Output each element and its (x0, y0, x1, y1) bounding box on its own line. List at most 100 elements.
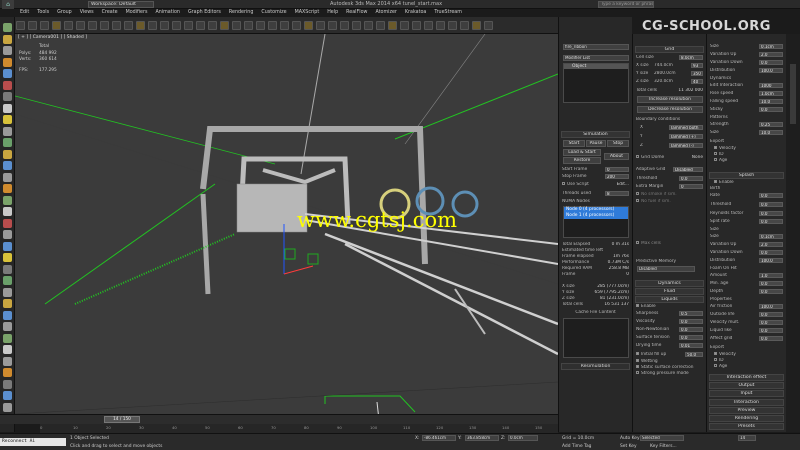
time-slider-bar[interactable]: 14 / 150 (0, 414, 558, 424)
outside-life-field[interactable]: 0.0 (759, 312, 783, 317)
toolbar-tool-icon[interactable] (268, 20, 277, 30)
toolbar-tool-icon[interactable] (364, 20, 373, 30)
left-tool-icon[interactable] (3, 34, 12, 44)
left-tool-icon[interactable] (3, 184, 12, 193)
toolbar-tool-icon[interactable] (328, 20, 337, 30)
toolbar-tool-icon[interactable] (220, 20, 229, 30)
left-tool-icon[interactable] (3, 46, 12, 55)
maxscript-listener[interactable]: Reconnect Ai (0, 438, 66, 446)
time-slider[interactable]: 14 / 150 (104, 416, 140, 423)
toolbar-tool-icon[interactable] (196, 20, 205, 30)
surface-tension-field[interactable]: 0.0 (679, 335, 703, 340)
threshold-field[interactable]: 0.0 (679, 176, 703, 181)
decrease-resolution-button[interactable]: Decrease resolution (637, 106, 703, 113)
toolbar-tool-icon[interactable] (208, 20, 217, 30)
drip-var-down-field[interactable]: 0.0 (759, 60, 783, 65)
drip-distribution-field[interactable]: 100.0 (759, 68, 783, 73)
menu-item[interactable]: Tools (33, 9, 53, 17)
menu-item[interactable]: MAXScript (291, 9, 324, 17)
left-tool-icon[interactable] (3, 379, 12, 389)
predictive-memory-dropdown[interactable]: Disabled (637, 266, 695, 272)
split-rate-field[interactable]: 0.0 (759, 219, 783, 224)
use-script-checkbox[interactable] (562, 182, 565, 185)
left-tool-icon[interactable] (3, 299, 12, 308)
no-fuel-checkbox[interactable] (636, 199, 639, 202)
toolbar-tool-icon[interactable] (148, 20, 157, 30)
left-tool-icon[interactable] (3, 80, 12, 90)
toolbar-tool-icon[interactable] (40, 20, 49, 30)
rise-speed-field[interactable]: 1.0cm (759, 91, 783, 96)
left-tool-icon[interactable] (3, 230, 12, 239)
left-tool-icon[interactable] (3, 287, 12, 297)
left-tool-icon[interactable] (3, 138, 12, 147)
left-tool-icon[interactable] (3, 276, 12, 285)
export-age-checkbox[interactable] (714, 158, 717, 161)
start-frame-field[interactable]: 0 (605, 167, 629, 172)
splash-export-id-checkbox[interactable] (714, 358, 717, 361)
panel-scrollbar[interactable] (786, 34, 800, 432)
rollout-header[interactable]: Output (709, 382, 784, 390)
max-cells-checkbox[interactable] (636, 241, 639, 244)
selected-set-dropdown[interactable]: Selected (640, 435, 684, 441)
z-coord-field[interactable]: 0.0cm (508, 435, 538, 441)
splash-export-age-checkbox[interactable] (714, 364, 717, 367)
splash-size-field[interactable]: 0.1cm (759, 234, 783, 239)
toolbar-tool-icon[interactable] (340, 20, 349, 30)
non-newtonian-field[interactable]: 0.0 (679, 327, 703, 332)
camera-viewport[interactable]: [ + ] [ Camera001 ] [ Shaded ] Total Pol… (15, 34, 558, 414)
left-tool-icon[interactable] (3, 207, 12, 216)
about-button[interactable]: About (604, 153, 629, 160)
rollout-header[interactable]: Preview (709, 406, 784, 414)
left-tool-icon[interactable] (3, 368, 12, 377)
menu-item[interactable]: Edit (16, 9, 33, 17)
no-smoke-checkbox[interactable] (636, 192, 639, 195)
toolbar-tool-icon[interactable] (64, 20, 73, 30)
toolbar-tool-icon[interactable] (352, 20, 361, 30)
toolbar-tool-icon[interactable] (88, 20, 97, 30)
export-velocity-checkbox[interactable] (714, 146, 717, 149)
toolbar-tool-icon[interactable] (52, 20, 61, 30)
static-surface-checkbox[interactable] (636, 365, 639, 368)
menu-item[interactable]: Help (323, 9, 342, 17)
sharpness-field[interactable]: 0.5 (679, 311, 703, 316)
dynamics-rollout[interactable]: Dynamics (635, 280, 704, 287)
set-key-button[interactable]: Set Key (620, 444, 637, 449)
left-tool-icon[interactable] (3, 69, 12, 78)
strength-field[interactable]: 0.25 (759, 122, 783, 127)
numa-node-item[interactable]: Node 1 (4 processors) (564, 213, 628, 219)
left-tool-icon[interactable] (3, 172, 12, 182)
toolbar-tool-icon[interactable] (124, 20, 133, 30)
amount-field[interactable]: 1.0 (759, 273, 783, 278)
left-tool-icon[interactable] (3, 218, 12, 228)
edit-script-button[interactable]: Edit... (617, 182, 629, 188)
toolbar-tool-icon[interactable] (376, 20, 385, 30)
extra-margin-field[interactable]: 0 (679, 184, 703, 189)
left-tool-icon[interactable] (3, 333, 12, 343)
left-tool-icon[interactable] (3, 103, 12, 113)
toolbar-tool-icon[interactable] (16, 20, 25, 30)
toolbar-tool-icon[interactable] (100, 20, 109, 30)
toolbar-tool-icon[interactable] (172, 20, 181, 30)
rollout-header[interactable]: Rendering (709, 415, 784, 422)
toolbar-tool-icon[interactable] (28, 20, 37, 30)
drip-var-up-field[interactable]: 2.0 (759, 52, 783, 57)
toolbar-tool-icon[interactable] (304, 20, 313, 30)
affect-grid-field[interactable]: 0.0 (759, 336, 783, 341)
splash-dist-field[interactable]: 100.0 (759, 258, 783, 263)
initial-fill-checkbox[interactable] (636, 352, 639, 355)
grid-z-field[interactable]: 40 (691, 79, 703, 84)
increase-resolution-button[interactable]: Increase resolution (637, 96, 703, 103)
numa-list[interactable]: Node 0 (4 processors) Node 1 (4 processor… (563, 206, 629, 238)
toolbar-tool-icon[interactable] (400, 20, 409, 30)
rollout-header[interactable]: Presets (709, 423, 784, 431)
left-tool-icon[interactable] (3, 92, 12, 101)
left-tool-icon[interactable] (3, 402, 12, 412)
boundary-y-dropdown[interactable]: Jammed (+) (669, 134, 703, 139)
grid-y-field[interactable]: 350 (691, 71, 703, 76)
min-age-field[interactable]: 0.0 (759, 281, 783, 286)
toolbar-tool-icon[interactable] (424, 20, 433, 30)
splash-var-down-field[interactable]: 0.0 (759, 250, 783, 255)
drip-size-field[interactable]: 0.1cm (759, 44, 783, 49)
toolbar-tool-icon[interactable] (232, 20, 241, 30)
boundary-z-dropdown[interactable]: Jammed (-) (669, 143, 703, 148)
